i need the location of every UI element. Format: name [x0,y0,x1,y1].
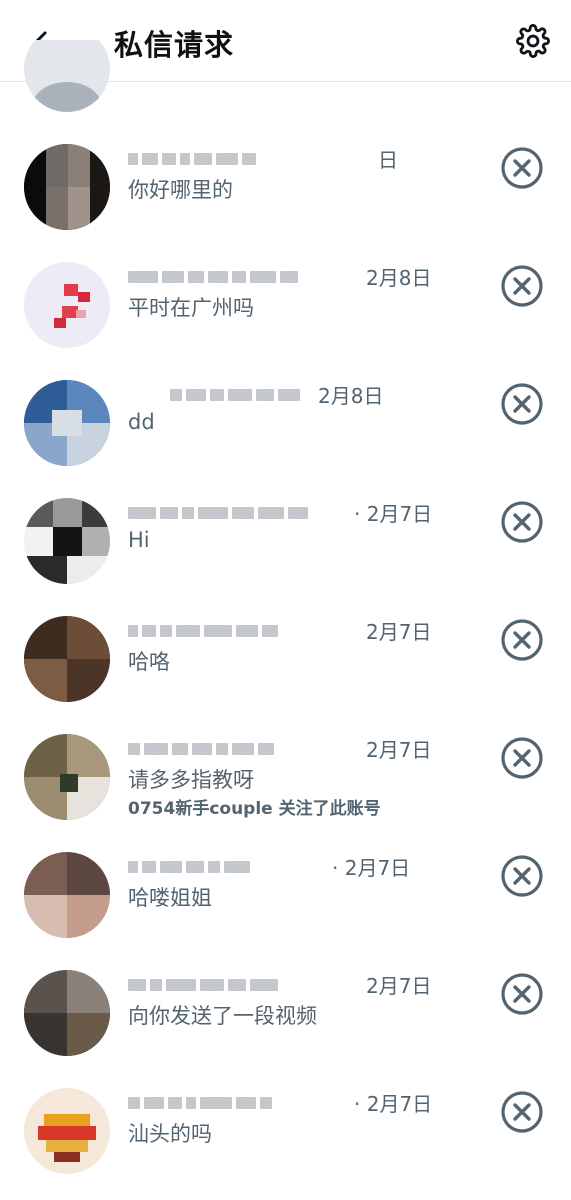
page-title: 私信请求 [114,28,235,62]
settings-button[interactable] [510,18,556,64]
dismiss-button[interactable] [499,145,545,191]
request-date: 2月8日 [318,384,384,408]
avatar[interactable] [24,380,110,466]
request-date: 2月7日 [366,974,432,998]
request-date: · 2月7日 [354,1092,433,1116]
avatar[interactable] [24,1088,110,1174]
blurred-username [128,620,358,642]
avatar[interactable] [24,40,110,112]
list-item[interactable]: · 2月7日 Hi [0,472,571,590]
message-preview: 平时在广州吗 [128,296,254,320]
avatar[interactable] [24,262,110,348]
close-circle-icon [501,383,543,425]
avatar[interactable] [24,852,110,938]
blurred-username [128,266,358,288]
request-date: · 2月7日 [332,856,411,880]
avatar[interactable] [24,970,110,1056]
blurred-username [128,856,358,878]
dismiss-button[interactable] [499,381,545,427]
close-circle-icon [501,265,543,307]
request-date: 2月7日 [366,620,432,644]
request-date: · 2月7日 [354,502,433,526]
message-preview: 向你发送了一段视频 [128,1004,317,1028]
list-item[interactable]: · 2月7日 汕头的吗 [0,1062,571,1180]
close-circle-icon [501,147,543,189]
message-preview: Hi [128,528,150,552]
blurred-username [128,502,358,524]
list-item[interactable]: 日 你好哪里的 [0,118,571,236]
dismiss-button[interactable] [499,1089,545,1135]
message-preview: 哈喽姐姐 [128,886,212,910]
close-circle-icon [501,855,543,897]
close-circle-icon [501,1091,543,1133]
avatar[interactable] [24,616,110,702]
close-circle-icon [501,737,543,779]
list-item[interactable]: 2月8日 dd [0,354,571,472]
blurred-username [128,974,358,996]
close-circle-icon [501,973,543,1015]
avatar[interactable] [24,144,110,230]
dismiss-button[interactable] [499,735,545,781]
list-item[interactable]: 2月8日 平时在广州吗 [0,236,571,354]
dismiss-button[interactable] [499,499,545,545]
blurred-username [128,738,358,760]
message-preview: dd [128,410,155,434]
message-request-list: 日 你好哪里的 2月8日 平时在广州吗 2月8日 dd · 2月7日 Hi 2月… [0,118,571,1180]
blurred-username [128,148,358,170]
blurred-username [128,1092,358,1114]
avatar[interactable] [24,498,110,584]
message-preview: 请多多指教呀 [128,768,254,792]
dismiss-button[interactable] [499,853,545,899]
list-item[interactable]: 2月7日 哈咯 [0,590,571,708]
gear-icon [516,24,550,58]
message-preview: 你好哪里的 [128,178,233,202]
request-date: 2月7日 [366,738,432,762]
list-item[interactable]: · 2月7日 哈喽姐姐 [0,826,571,944]
dismiss-button[interactable] [499,971,545,1017]
close-circle-icon [501,501,543,543]
followed-by-text: 0754新手couple 关注了此账号 [128,799,381,819]
message-preview: 哈咯 [128,650,170,674]
request-date: 日 [378,148,398,172]
request-date: 2月8日 [366,266,432,290]
list-item[interactable]: 2月7日 请多多指教呀 0754新手couple 关注了此账号 [0,708,571,826]
close-circle-icon [501,619,543,661]
list-item[interactable]: 2月7日 向你发送了一段视频 [0,944,571,1062]
dismiss-button[interactable] [499,263,545,309]
dismiss-button[interactable] [499,617,545,663]
avatar[interactable] [24,734,110,820]
message-preview: 汕头的吗 [128,1122,212,1146]
